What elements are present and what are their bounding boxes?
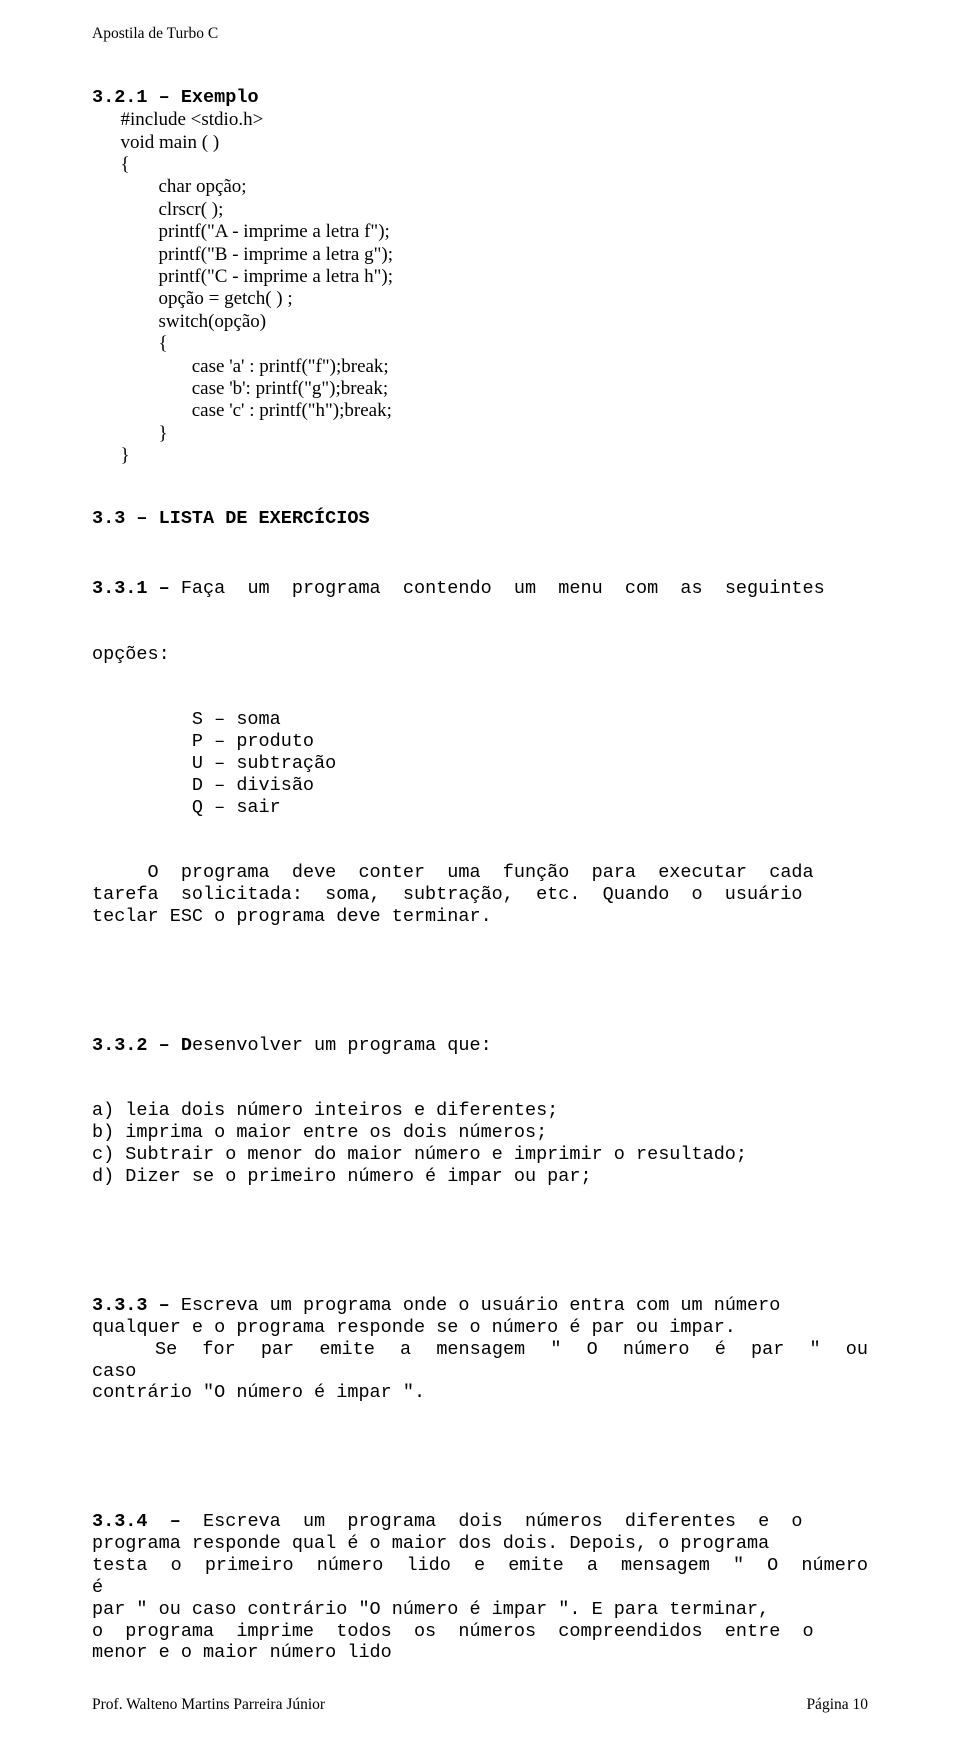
ex-lead-bold: D: [181, 1035, 192, 1056]
exercise-list-heading: 3.3 – LISTA DE EXERCÍCIOS: [92, 508, 868, 529]
ex-num: 3.3.4 –: [92, 1511, 203, 1532]
ex-num: 3.3.1 –: [92, 578, 181, 599]
ex-body: Escreva um programa dois números diferen…: [92, 1511, 890, 1663]
example-code: #include <stdio.h> void main ( ) { char …: [92, 109, 868, 468]
ex-lead: Faça um programa contendo um menu com as…: [181, 578, 825, 599]
ex-num: 3.3.2 –: [92, 1035, 181, 1056]
example-title-num: 3.2.1 –: [92, 87, 181, 108]
exercise-3-3-4: 3.3.4 – Escreva um programa dois números…: [92, 1468, 868, 1708]
ex-body: a) leia dois número inteiros e diferente…: [92, 1100, 868, 1187]
page: Apostila de Turbo C 3.2.1 – Exemplo #inc…: [0, 0, 960, 1738]
ex-lead-rest: esenvolver um programa que:: [192, 1035, 492, 1056]
example-title: 3.2.1 – Exemplo: [92, 87, 868, 109]
exercise-3-3-3: 3.3.3 – Escreva um programa onde o usuár…: [92, 1251, 868, 1447]
ex-tail: O programa deve conter uma função para e…: [92, 862, 868, 927]
running-header: Apostila de Turbo C: [92, 25, 868, 43]
page-footer: Prof. Walteno Martins Parreira Júnior Pá…: [92, 1696, 868, 1714]
footer-author: Prof. Walteno Martins Parreira Júnior: [92, 1696, 325, 1714]
ex-body: Escreva um programa onde o usuário entra…: [92, 1295, 890, 1403]
ex-num: 3.3.3 –: [92, 1295, 181, 1316]
footer-page: Página 10: [806, 1696, 868, 1714]
example-title-word: Exemplo: [181, 87, 259, 108]
exercise-3-3-2: 3.3.2 – Desenvolver um programa que: a) …: [92, 991, 868, 1231]
exercise-3-3-1: 3.3.1 – Faça um programa contendo um men…: [92, 535, 868, 972]
ex-menu: S – soma P – produto U – subtração D – d…: [92, 709, 868, 818]
ex-line2: opções:: [92, 644, 868, 666]
